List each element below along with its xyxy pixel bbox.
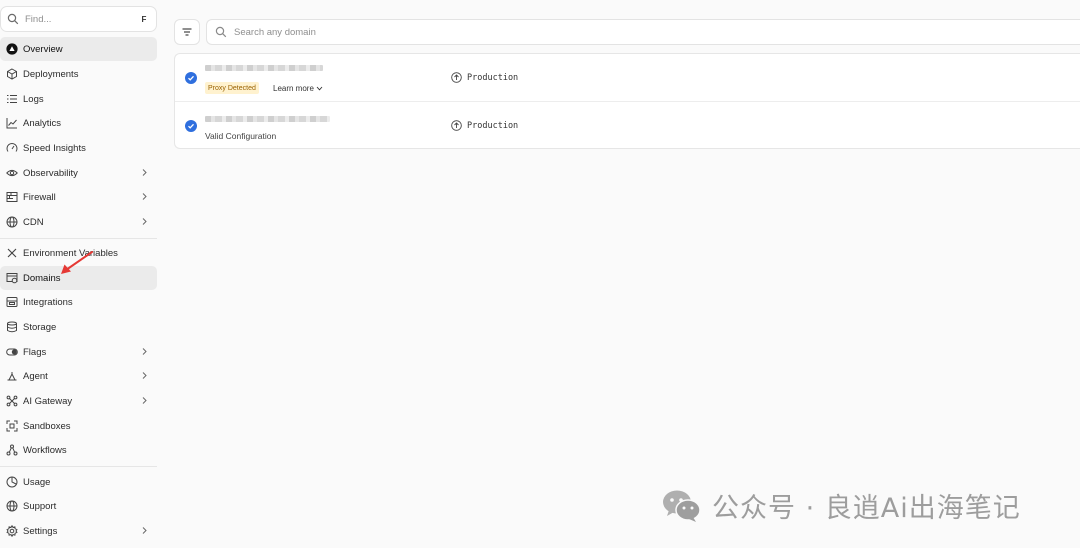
sidebar-item-deployments[interactable]: Deployments [0, 62, 157, 86]
find-input[interactable] [25, 13, 125, 25]
sidebar-divider [0, 238, 157, 239]
learn-more-link[interactable]: Learn more [273, 82, 323, 94]
wechat-logo-icon [662, 489, 702, 523]
filter-icon [181, 26, 193, 38]
environment-label: Production [451, 72, 518, 83]
sidebar-item-label: CDN [23, 216, 44, 228]
domain-search-input[interactable] [234, 26, 534, 38]
chevron-right-icon [140, 347, 149, 356]
gauge-icon [6, 142, 18, 154]
check-circle-icon [185, 120, 197, 132]
configuration-status: Valid Configuration [205, 131, 277, 141]
proxy-detected-badge: Proxy Detected [205, 82, 259, 94]
pie-clock-icon [6, 476, 18, 488]
sidebar-item-flags[interactable]: Flags [0, 340, 157, 364]
chevron-right-icon [140, 192, 149, 201]
sidebar-item-support[interactable]: Support [0, 494, 157, 518]
watermark: 公众号 · 良逍Ai出海笔记 [662, 486, 1021, 525]
search-icon [215, 26, 227, 38]
firewall-icon [6, 191, 18, 203]
variables-icon [6, 247, 18, 259]
arrow-up-circle-icon [451, 120, 462, 131]
sidebar-item-analytics[interactable]: Analytics [0, 111, 157, 135]
sparkle-icon [6, 370, 18, 382]
sidebar-item-label: Deployments [23, 68, 79, 80]
redacted-domain-name [205, 65, 323, 71]
sidebar-item-usage[interactable]: Usage [0, 470, 157, 494]
red-annotation-arrow-icon [61, 251, 93, 274]
learn-more-label: Learn more [273, 83, 314, 93]
sidebar-item-speed-insights[interactable]: Speed Insights [0, 136, 157, 160]
sidebar-item-cdn[interactable]: CDN [0, 210, 157, 234]
sidebar-item-ai-gateway[interactable]: AI Gateway [0, 389, 157, 413]
sidebar-item-label: Storage [23, 321, 57, 333]
chevron-right-icon [140, 526, 149, 535]
search-icon [7, 13, 19, 25]
domain-search-box[interactable] [206, 19, 1080, 45]
find-box[interactable]: F [0, 6, 157, 32]
sidebar-item-workflows[interactable]: Workflows [0, 438, 157, 462]
check-circle-icon [185, 72, 197, 84]
domain-row[interactable]: Valid Configuration Production [175, 101, 1080, 148]
sidebar-item-observability[interactable]: Observability [0, 161, 157, 185]
domain-icon [6, 272, 18, 284]
sidebar-item-label: Usage [23, 476, 51, 488]
environment-name: Production [467, 72, 519, 83]
gateway-icon [6, 395, 18, 407]
gear-icon [6, 525, 18, 537]
domain-list: Proxy Detected Learn more Production Val… [174, 53, 1080, 149]
sidebar-item-settings[interactable]: Settings [0, 519, 157, 543]
sidebar-item-label: Domains [23, 272, 61, 284]
sidebar-item-label: Support [23, 500, 57, 512]
chevron-right-icon [140, 217, 149, 226]
workflow-icon [6, 444, 18, 456]
find-shortcut-key: F [137, 12, 151, 26]
sidebar-item-label: Settings [23, 525, 58, 537]
sidebar-item-label: Workflows [23, 444, 67, 456]
sidebar-item-sandboxes[interactable]: Sandboxes [0, 414, 157, 438]
list-icon [6, 93, 18, 105]
sidebar-item-label: Integrations [23, 296, 73, 308]
sidebar-item-firewall[interactable]: Firewall [0, 185, 157, 209]
domain-row[interactable]: Proxy Detected Learn more Production [175, 54, 1080, 101]
overview-triangle-icon [6, 43, 18, 55]
sidebar-item-label: Sandboxes [23, 420, 71, 432]
sidebar-item-label: Speed Insights [23, 142, 86, 154]
sidebar-item-agent[interactable]: Agent [0, 364, 157, 388]
filter-button[interactable] [174, 19, 200, 45]
sidebar-item-label: AI Gateway [23, 395, 73, 407]
sidebar-item-label: Overview [23, 43, 63, 55]
watermark-text: 公众号 · 良逍Ai出海笔记 [712, 493, 1021, 524]
sidebar-item-label: Analytics [23, 117, 62, 129]
sidebar-item-storage[interactable]: Storage [0, 315, 157, 339]
sidebar-item-label: Flags [23, 346, 47, 358]
redacted-domain-name [205, 116, 330, 122]
chevron-right-icon [140, 396, 149, 405]
database-icon [6, 321, 18, 333]
arrow-up-circle-icon [451, 72, 462, 83]
sidebar-divider [0, 466, 157, 467]
integrations-icon [6, 296, 18, 308]
cube-icon [6, 68, 18, 80]
support-globe-icon [6, 500, 18, 512]
chevron-right-icon [140, 168, 149, 177]
environment-name: Production [467, 120, 519, 131]
chevron-right-icon [140, 371, 149, 380]
environment-label: Production [451, 120, 518, 131]
eye-icon [6, 167, 18, 179]
sidebar-item-logs[interactable]: Logs [0, 87, 157, 111]
toggle-icon [6, 346, 18, 358]
sidebar-item-integrations[interactable]: Integrations [0, 290, 157, 314]
globe-icon [6, 216, 18, 228]
sidebar-item-label: Logs [23, 93, 44, 105]
chevron-down-icon [316, 85, 323, 92]
sandbox-icon [6, 420, 18, 432]
chart-line-icon [6, 117, 18, 129]
sidebar-item-label: Firewall [23, 191, 56, 203]
sidebar-item-label: Agent [23, 370, 48, 382]
sidebar-item-overview[interactable]: Overview [0, 37, 157, 61]
sidebar-item-label: Observability [23, 167, 78, 179]
